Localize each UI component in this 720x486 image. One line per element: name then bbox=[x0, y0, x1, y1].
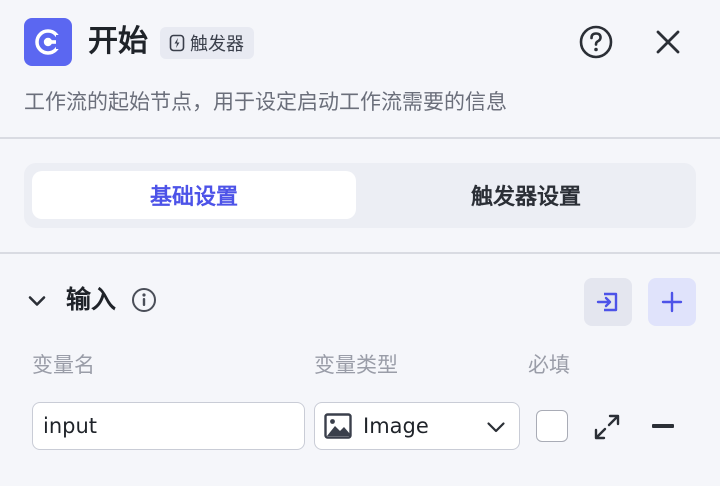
plus-icon bbox=[661, 291, 683, 313]
column-header-required: 必填 bbox=[528, 353, 570, 377]
lightning-icon bbox=[169, 34, 185, 52]
image-icon bbox=[324, 413, 352, 439]
variable-type-value: Image bbox=[363, 414, 429, 438]
trigger-badge-label: 触发器 bbox=[190, 34, 244, 55]
trigger-badge: 触发器 bbox=[160, 27, 254, 59]
settings-tabs: 基础设置 触发器设置 bbox=[24, 163, 696, 228]
start-node-icon bbox=[24, 18, 72, 66]
column-header-type: 变量类型 bbox=[314, 353, 398, 377]
panel-header: 开始 触发器 工作流的起始节点，用于设定启动工作流需要的信息 bbox=[0, 0, 720, 138]
help-button[interactable] bbox=[578, 24, 614, 60]
expand-icon[interactable] bbox=[592, 412, 622, 442]
variable-name-input[interactable] bbox=[32, 402, 305, 450]
chevron-down-icon bbox=[487, 422, 505, 433]
import-variables-button[interactable] bbox=[584, 278, 632, 326]
variable-type-select[interactable]: Image bbox=[314, 402, 520, 450]
add-variable-button[interactable] bbox=[648, 278, 696, 326]
close-button[interactable] bbox=[650, 24, 686, 60]
input-section-title: 输入 bbox=[66, 285, 117, 314]
required-checkbox[interactable] bbox=[536, 410, 568, 442]
node-description: 工作流的起始节点，用于设定启动工作流需要的信息 bbox=[24, 90, 507, 114]
page-title: 开始 bbox=[88, 24, 148, 59]
header-divider bbox=[0, 137, 720, 139]
start-node-panel: 开始 触发器 工作流的起始节点，用于设定启动工作流需要的信息 基础设置 触发器设… bbox=[0, 0, 720, 486]
help-icon bbox=[579, 25, 613, 59]
tab-trigger-settings[interactable]: 触发器设置 bbox=[364, 171, 688, 219]
close-icon bbox=[656, 30, 680, 54]
column-header-name: 变量名 bbox=[32, 353, 95, 377]
import-icon bbox=[596, 292, 618, 312]
collapse-chevron-icon[interactable] bbox=[26, 290, 48, 312]
tab-basic-settings[interactable]: 基础设置 bbox=[32, 171, 356, 219]
info-icon[interactable] bbox=[131, 287, 157, 313]
remove-variable-button[interactable] bbox=[652, 424, 674, 428]
tabs-divider bbox=[0, 252, 720, 254]
